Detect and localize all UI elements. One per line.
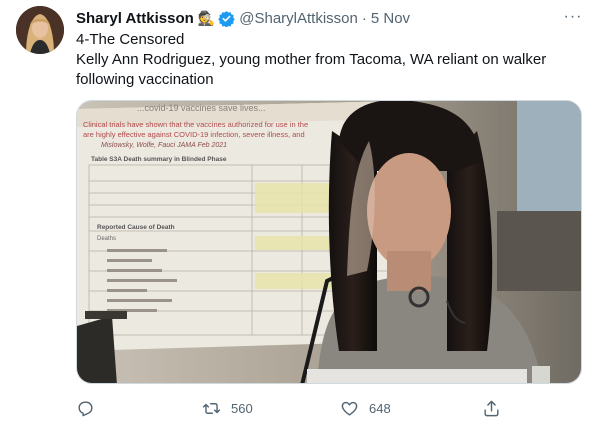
reply-button[interactable] <box>76 396 105 420</box>
retweet-count: 560 <box>231 400 253 416</box>
tweet[interactable]: Sharyl Attkisson 🕵 @SharylAttkisson · 5 … <box>0 0 598 428</box>
more-options-icon[interactable]: ··· <box>562 8 584 26</box>
author-name[interactable]: Sharyl Attkisson <box>76 10 194 27</box>
tweet-text-line: Kelly Ann Rodriguez, young mother from T… <box>76 51 547 68</box>
share-button[interactable] <box>482 396 501 420</box>
slide-line: Reported Cause of Death <box>97 224 175 231</box>
like-count: 648 <box>369 400 391 416</box>
author-handle[interactable]: @SharylAttkisson <box>239 10 358 27</box>
slide-line: Deaths <box>97 236 116 242</box>
slide-line: Clinical trials have shown that the vacc… <box>83 120 308 129</box>
tweet-header: Sharyl Attkisson 🕵 @SharylAttkisson · 5 … <box>76 8 410 28</box>
verified-badge-icon <box>218 10 235 27</box>
tweet-text: 4-The Censored Kelly Ann Rodriguez, youn… <box>76 30 576 90</box>
tweet-text-line: 4-The Censored <box>76 31 185 48</box>
retweet-button[interactable]: 560 <box>202 396 253 420</box>
like-button[interactable]: 648 <box>340 396 391 420</box>
slide-line: Mislowsky, Wolfe, Fauci JAMA Feb 2021 <box>101 142 227 149</box>
slide-banner-text: ...covid-19 vaccines save lives... <box>137 103 266 113</box>
separator-dot: · <box>361 9 367 27</box>
share-icon <box>484 400 499 416</box>
retweet-icon <box>202 402 221 414</box>
tweet-actions: 560 648 <box>76 396 582 420</box>
tweet-media-video[interactable]: ...covid-19 vaccines save lives... Clini… <box>76 100 582 384</box>
reply-icon <box>78 400 93 416</box>
avatar-image <box>16 6 64 54</box>
video-frame: ...covid-19 vaccines save lives... Clini… <box>77 101 581 383</box>
avatar[interactable] <box>16 6 64 54</box>
tweet-date[interactable]: 5 Nov <box>371 10 410 27</box>
slide-line: are highly effective against COVID-19 in… <box>83 130 305 139</box>
slide-line: Table S3A Death summary in Blinded Phase <box>91 156 227 163</box>
tweet-text-line: following vaccination <box>76 71 214 88</box>
detective-emoji: 🕵 <box>197 9 216 26</box>
heart-icon <box>341 401 358 416</box>
